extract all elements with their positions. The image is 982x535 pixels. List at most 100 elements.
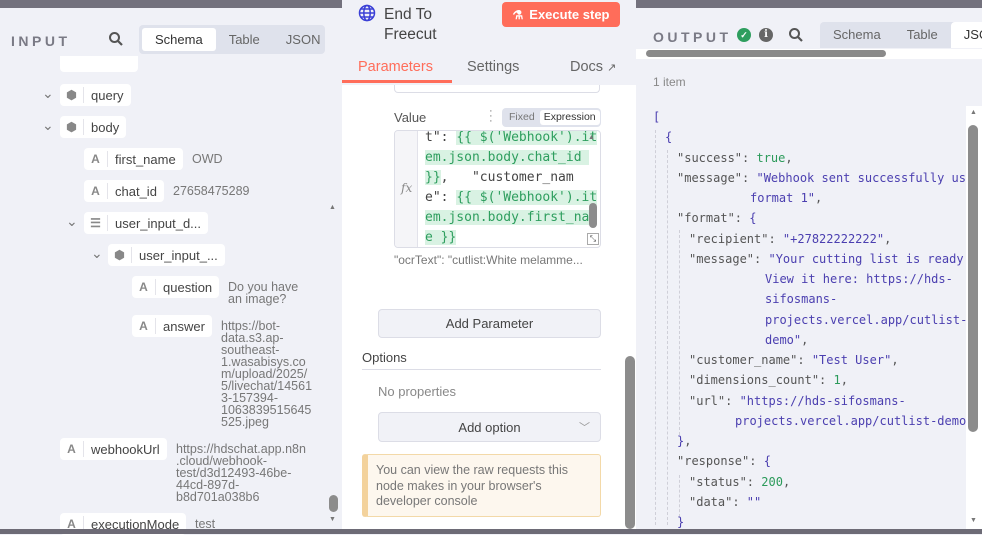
output-view-tabs: Schema Table JSON xyxy=(820,22,982,48)
json-line: }, xyxy=(677,434,691,448)
node-title[interactable]: End To Freecut xyxy=(384,5,437,45)
json-line: "message": "Your cutting list is ready! xyxy=(689,252,971,266)
bottom-bar xyxy=(0,529,982,534)
previous-field-input[interactable] xyxy=(394,85,600,93)
tree-item-user_input_[interactable]: ⬢ user_input_... xyxy=(108,244,225,266)
add-parameter-button[interactable]: Add Parameter xyxy=(378,309,601,338)
json-token: } xyxy=(677,515,685,529)
tree-item-partial[interactable] xyxy=(60,56,138,72)
add-option-label: Add option xyxy=(458,419,521,435)
tree-item-first_name[interactable]: Afirst_name xyxy=(84,148,183,170)
json-token: "response": xyxy=(677,454,764,469)
tree-item-webhookUrl[interactable]: AwebhookUrl xyxy=(60,438,167,460)
input-view-tabs: Schema Table JSON xyxy=(139,25,325,54)
json-token: , xyxy=(684,434,692,448)
input-scrollbar[interactable] xyxy=(329,495,338,512)
json-token: { xyxy=(749,211,757,226)
flask-icon: ⚗ xyxy=(512,7,524,22)
json-line: "recipient": "+27822222222", xyxy=(689,232,891,246)
json-line: "data": "" xyxy=(689,495,761,509)
output-scrollbar[interactable] xyxy=(968,125,978,432)
json-token: "" xyxy=(746,494,762,509)
output-search-icon[interactable] xyxy=(788,27,804,48)
tree-item-body[interactable]: ⬢ body xyxy=(60,116,127,138)
expression-token: e }} xyxy=(425,230,457,245)
code-line: e": {{ $('Webhook').it xyxy=(425,189,598,207)
field-name: body xyxy=(91,119,120,135)
json-token: "url": xyxy=(689,393,740,408)
json-guide xyxy=(679,475,680,517)
code-line: em.json.body.chat_id xyxy=(425,149,590,167)
field-value: https://hdschat.app.n8n .cloud/webhook- … xyxy=(176,442,306,504)
fixed-option[interactable]: Fixed xyxy=(504,110,540,125)
json-token: "customer_name": xyxy=(689,353,812,367)
editor-scroll-up-icon[interactable]: ▲ xyxy=(588,134,595,141)
json-token: { xyxy=(763,454,771,469)
output-panel: OUTPUT ✓ i Schema Table JSON 1 item [{"s… xyxy=(636,8,982,529)
json-token: "message": xyxy=(689,251,769,266)
input-title: INPUT xyxy=(11,33,71,49)
output-tab-table[interactable]: Table xyxy=(894,22,951,48)
expression-editor[interactable]: fx t": {{ $('Webhook').it em.json.body.ch… xyxy=(394,130,601,248)
code-token: , "customer_nam xyxy=(440,170,574,185)
node-scrollbar[interactable] xyxy=(625,356,635,529)
tree-item-answer[interactable]: Aanswer xyxy=(132,315,212,337)
scroll-up-icon[interactable]: ▲ xyxy=(329,204,336,211)
more-options-icon[interactable]: · · · xyxy=(489,106,493,127)
tree-item-chat_id[interactable]: Achat_id xyxy=(84,180,164,202)
globe-icon xyxy=(358,4,376,27)
info-icon[interactable]: i xyxy=(759,28,773,42)
json-token: projects.vercel.app/cutlist-demo" xyxy=(735,413,974,428)
tree-item-query[interactable]: ⬢ query xyxy=(60,84,131,106)
output-scroll-down-icon[interactable]: ▼ xyxy=(970,517,977,524)
output-tab-schema[interactable]: Schema xyxy=(820,22,894,48)
chevron-down-icon[interactable]: ⌄ xyxy=(66,214,78,228)
json-line: projects.vercel.app/cutlist-demo" xyxy=(735,414,973,428)
json-token: "Test User" xyxy=(811,353,892,367)
json-token: 200 xyxy=(761,474,783,489)
tab-settings[interactable]: Settings xyxy=(467,59,519,75)
output-scroll-up-icon[interactable]: ▲ xyxy=(970,109,977,116)
editor-scrollbar[interactable] xyxy=(589,203,597,228)
tab-table[interactable]: Table xyxy=(216,28,273,51)
execute-step-button[interactable]: ⚗ Execute step xyxy=(502,2,620,27)
json-token: , xyxy=(891,353,899,367)
json-line: "status": 200, xyxy=(689,475,790,489)
options-divider xyxy=(362,369,601,370)
expression-token: }} xyxy=(425,170,441,185)
horizontal-scrollbar[interactable] xyxy=(646,50,886,57)
tab-schema[interactable]: Schema xyxy=(142,28,216,51)
field-name: query xyxy=(91,87,124,103)
json-token: , xyxy=(782,474,791,489)
add-option-dropdown[interactable]: Add option ﹀ xyxy=(378,412,601,442)
item-count: 1 item xyxy=(653,75,686,89)
tab-json[interactable]: JSON xyxy=(273,28,334,51)
chevron-down-icon[interactable]: ⌄ xyxy=(91,246,103,260)
input-panel: INPUT Schema Table JSON ⌄ ⬢ query ⌄ ⬢ body Afi… xyxy=(0,8,338,535)
json-line: "success": true, xyxy=(677,151,793,165)
output-title: OUTPUT xyxy=(653,29,732,45)
tab-parameters[interactable]: Parameters xyxy=(358,59,433,75)
tab-docs[interactable]: Docs ↗ xyxy=(570,59,616,75)
resize-icon[interactable]: ⤡ xyxy=(587,233,599,245)
expression-token: {{ $('Webhook').it xyxy=(456,130,598,145)
ocr-text-preview: "ocrText": "cutlist:White melamme... xyxy=(394,253,583,267)
array-type-icon: ☰ xyxy=(84,215,108,231)
json-token: "recipient": xyxy=(689,231,783,246)
tree-item-question[interactable]: Aquestion xyxy=(132,276,220,298)
expression-token: em.json.body.first_nam xyxy=(425,210,598,225)
chevron-down-icon[interactable]: ⌄ xyxy=(42,86,54,100)
search-icon[interactable] xyxy=(108,31,124,51)
field-name: first_name xyxy=(115,151,176,167)
expression-option[interactable]: Expression xyxy=(539,110,600,125)
field-name: user_input_... xyxy=(139,247,218,263)
tree-item-user_input_d[interactable]: ☰ user_input_d... xyxy=(84,212,209,234)
fx-icon: fx xyxy=(401,181,413,195)
scroll-down-icon[interactable]: ▼ xyxy=(329,516,336,523)
json-token: "message": xyxy=(677,170,757,185)
json-line: "customer_name": "Test User", xyxy=(689,353,899,367)
string-type-icon: A xyxy=(132,318,156,334)
output-tab-json[interactable]: JSON xyxy=(950,22,982,48)
expression-token: {{ $('Webhook').it xyxy=(456,190,598,205)
chevron-down-icon[interactable]: ⌄ xyxy=(42,118,54,132)
